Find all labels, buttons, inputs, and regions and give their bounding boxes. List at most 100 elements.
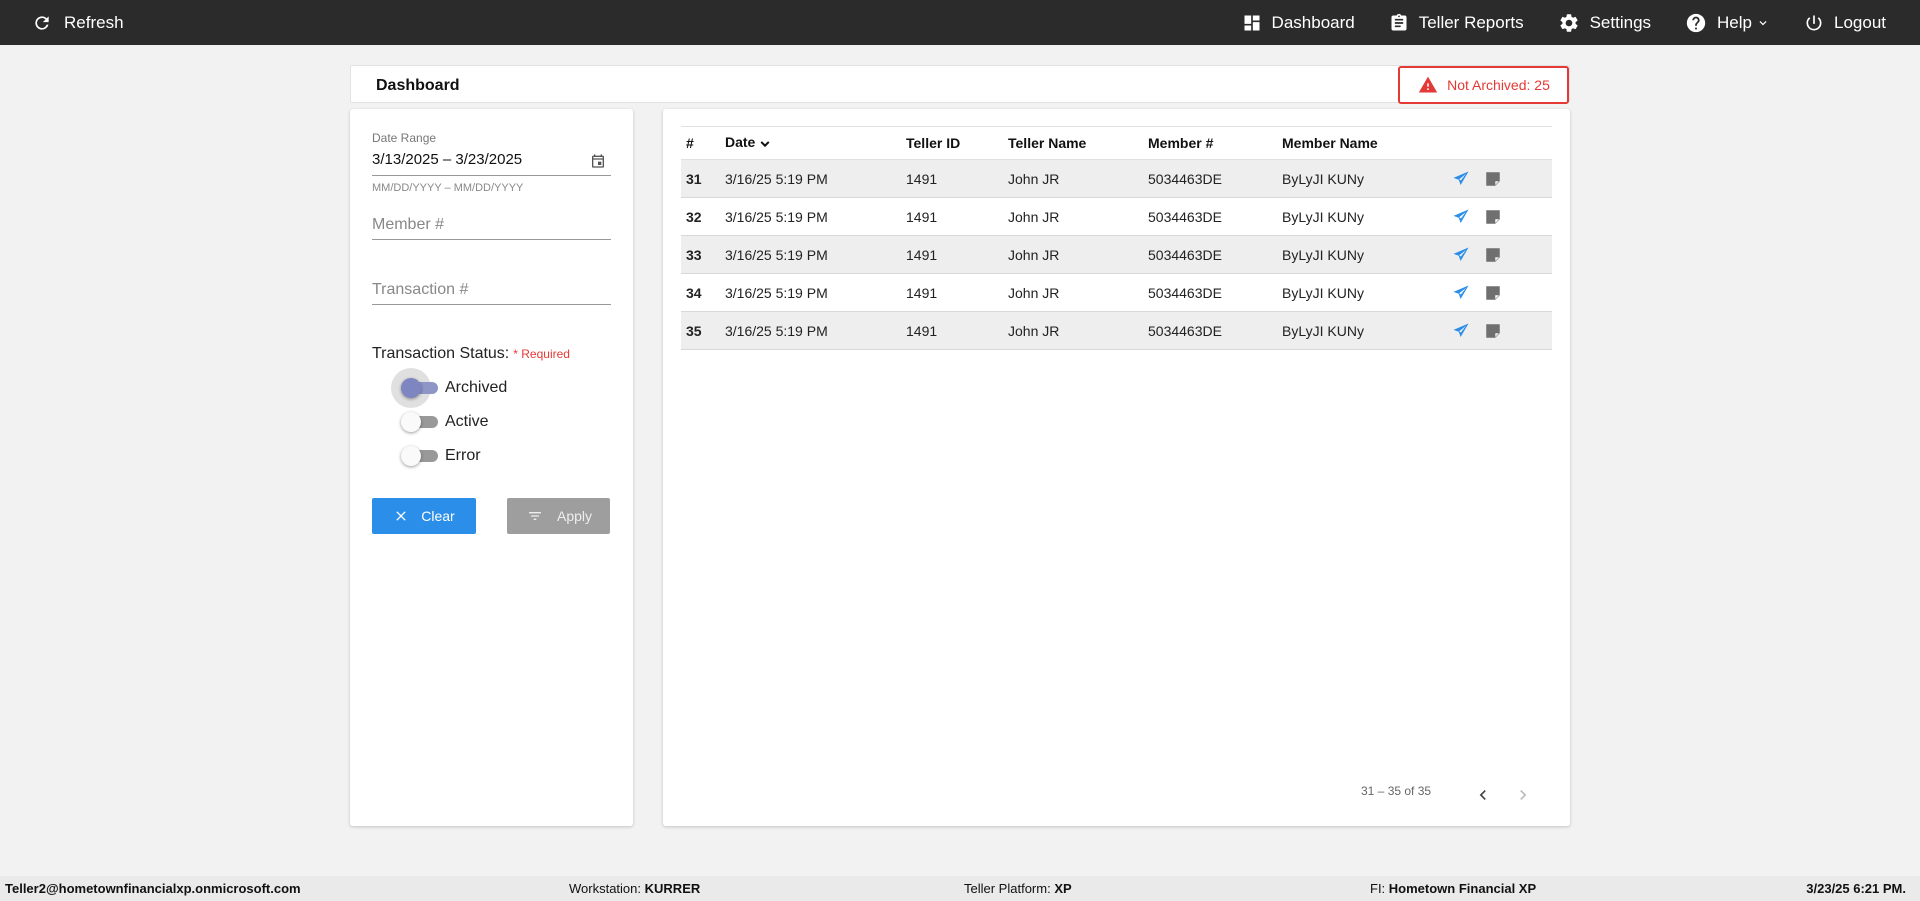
error-toggle[interactable]	[400, 441, 440, 471]
member-input[interactable]	[372, 212, 611, 238]
power-icon	[1806, 15, 1822, 30]
row-member-number: 5034463DE	[1148, 246, 1222, 263]
col-teller-id: Teller ID	[906, 135, 961, 151]
next-page-button[interactable]	[1509, 781, 1537, 809]
row-actions	[1448, 321, 1512, 341]
active-toggle[interactable]	[400, 407, 440, 437]
apply-label: Apply	[556, 508, 593, 524]
row-teller-id: 1491	[906, 284, 938, 301]
error-label: Error	[445, 447, 481, 464]
results-panel: # Date Teller ID Teller Name Member # Me…	[663, 109, 1570, 826]
row-number: 31	[686, 170, 702, 187]
row-member-name: ByLyJI KUNy	[1282, 284, 1364, 301]
date-range-underline	[372, 175, 611, 176]
note-button[interactable]	[1480, 283, 1506, 303]
row-member-number: 5034463DE	[1148, 284, 1222, 301]
row-number: 34	[686, 284, 702, 301]
row-date: 3/16/25 5:19 PM	[725, 170, 828, 187]
sort-desc-icon	[760, 140, 770, 147]
send-button[interactable]	[1448, 169, 1474, 189]
note-icon	[1486, 247, 1500, 262]
nav-teller-reports[interactable]: Teller Reports	[1389, 0, 1524, 45]
transaction-field	[372, 277, 611, 305]
row-member-name: ByLyJI KUNy	[1282, 322, 1364, 339]
footer-user: Teller2@hometownfinancialxp.onmicrosoft.…	[5, 881, 301, 896]
dashboard-icon	[1244, 15, 1260, 30]
footer-fi: FI: Hometown Financial XP	[1370, 881, 1536, 896]
nav-logout[interactable]: Logout	[1804, 0, 1886, 45]
page-range: 31 – 35 of 35	[1361, 784, 1432, 798]
calendar-icon[interactable]	[590, 153, 606, 169]
required-marker: * Required	[513, 347, 570, 361]
table-row[interactable]: 34 3/16/25 5:19 PM 1491 John JR 5034463DE ByL…	[681, 274, 1552, 312]
note-button[interactable]	[1480, 245, 1506, 265]
transaction-input[interactable]	[372, 277, 611, 303]
date-range-input[interactable]: 3/13/2025 – 3/23/2025	[372, 151, 522, 168]
row-actions	[1448, 283, 1512, 303]
send-icon	[1453, 171, 1469, 185]
date-range-label: Date Range	[372, 131, 437, 145]
col-date-label: Date	[725, 134, 756, 151]
col-teller-name: Teller Name	[1008, 135, 1087, 151]
clear-label: Clear	[421, 508, 455, 524]
row-teller-name: John JR	[1008, 170, 1060, 187]
archived-label: Archived	[445, 379, 508, 396]
refresh-button[interactable]: Refresh	[32, 0, 124, 45]
col-date[interactable]: Date	[725, 134, 906, 151]
row-teller-name: John JR	[1008, 284, 1060, 301]
row-date: 3/16/25 5:19 PM	[725, 208, 828, 225]
nav-settings-label: Settings	[1589, 12, 1652, 32]
archived-toggle[interactable]	[391, 368, 440, 408]
nav-help[interactable]: Help	[1685, 0, 1770, 45]
table-row[interactable]: 32 3/16/25 5:19 PM 1491 John JR 5034463DE ByL…	[681, 198, 1552, 236]
not-archived-alert[interactable]: Not Archived: 25	[1398, 66, 1569, 104]
send-icon	[1453, 247, 1469, 261]
col-member-name: Member Name	[1282, 135, 1378, 151]
nav-settings[interactable]: Settings	[1558, 0, 1651, 45]
dashboard-header: Dashboard Not Archived: 25	[350, 65, 1570, 104]
row-teller-name: John JR	[1008, 322, 1060, 339]
col-number: #	[686, 135, 694, 151]
status-archived-row: Archived	[391, 368, 508, 408]
date-range-hint: MM/DD/YYYY – MM/DD/YYYY	[372, 182, 524, 194]
row-teller-id: 1491	[906, 322, 938, 339]
note-button[interactable]	[1480, 169, 1506, 189]
note-button[interactable]	[1480, 207, 1506, 227]
row-teller-name: John JR	[1008, 246, 1060, 263]
table-row[interactable]: 35 3/16/25 5:19 PM 1491 John JR 5034463DE ByL…	[681, 312, 1552, 350]
send-button[interactable]	[1448, 207, 1474, 227]
status-error-row: Error	[400, 441, 481, 471]
send-button[interactable]	[1448, 321, 1474, 341]
member-field	[372, 212, 611, 240]
nav-dashboard-label: Dashboard	[1271, 12, 1355, 32]
not-archived-label: Not Archived: 25	[1447, 77, 1550, 93]
note-button[interactable]	[1480, 321, 1506, 341]
nav-teller-reports-label: Teller Reports	[1418, 12, 1524, 32]
previous-page-button[interactable]	[1469, 781, 1497, 809]
row-date: 3/16/25 5:19 PM	[725, 246, 828, 263]
row-actions	[1448, 245, 1512, 265]
send-icon	[1453, 285, 1469, 299]
nav-dashboard[interactable]: Dashboard	[1242, 0, 1355, 45]
send-button[interactable]	[1448, 283, 1474, 303]
page-title: Dashboard	[376, 77, 460, 94]
apply-button[interactable]: Apply	[507, 498, 610, 534]
transactions-table: # Date Teller ID Teller Name Member # Me…	[681, 126, 1552, 350]
footer-platform: Teller Platform: XP	[964, 881, 1072, 896]
note-icon	[1486, 285, 1500, 300]
help-circle-icon	[1686, 13, 1706, 32]
row-member-number: 5034463DE	[1148, 322, 1222, 339]
table-row[interactable]: 33 3/16/25 5:19 PM 1491 John JR 5034463DE ByL…	[681, 236, 1552, 274]
main-nav: Dashboard Teller Reports Settings Help L…	[1208, 0, 1886, 45]
table-row[interactable]: 31 3/16/25 5:19 PM 1491 John JR 5034463DE ByL…	[681, 160, 1552, 198]
row-actions	[1448, 207, 1512, 227]
row-member-name: ByLyJI KUNy	[1282, 208, 1364, 225]
active-label: Active	[445, 413, 489, 430]
note-icon	[1486, 323, 1500, 338]
clear-button[interactable]: Clear	[372, 498, 476, 534]
send-button[interactable]	[1448, 245, 1474, 265]
fi-value: Hometown Financial XP	[1388, 881, 1537, 896]
nav-logout-label: Logout	[1834, 12, 1886, 32]
row-teller-id: 1491	[906, 246, 938, 263]
row-date: 3/16/25 5:19 PM	[725, 322, 828, 339]
